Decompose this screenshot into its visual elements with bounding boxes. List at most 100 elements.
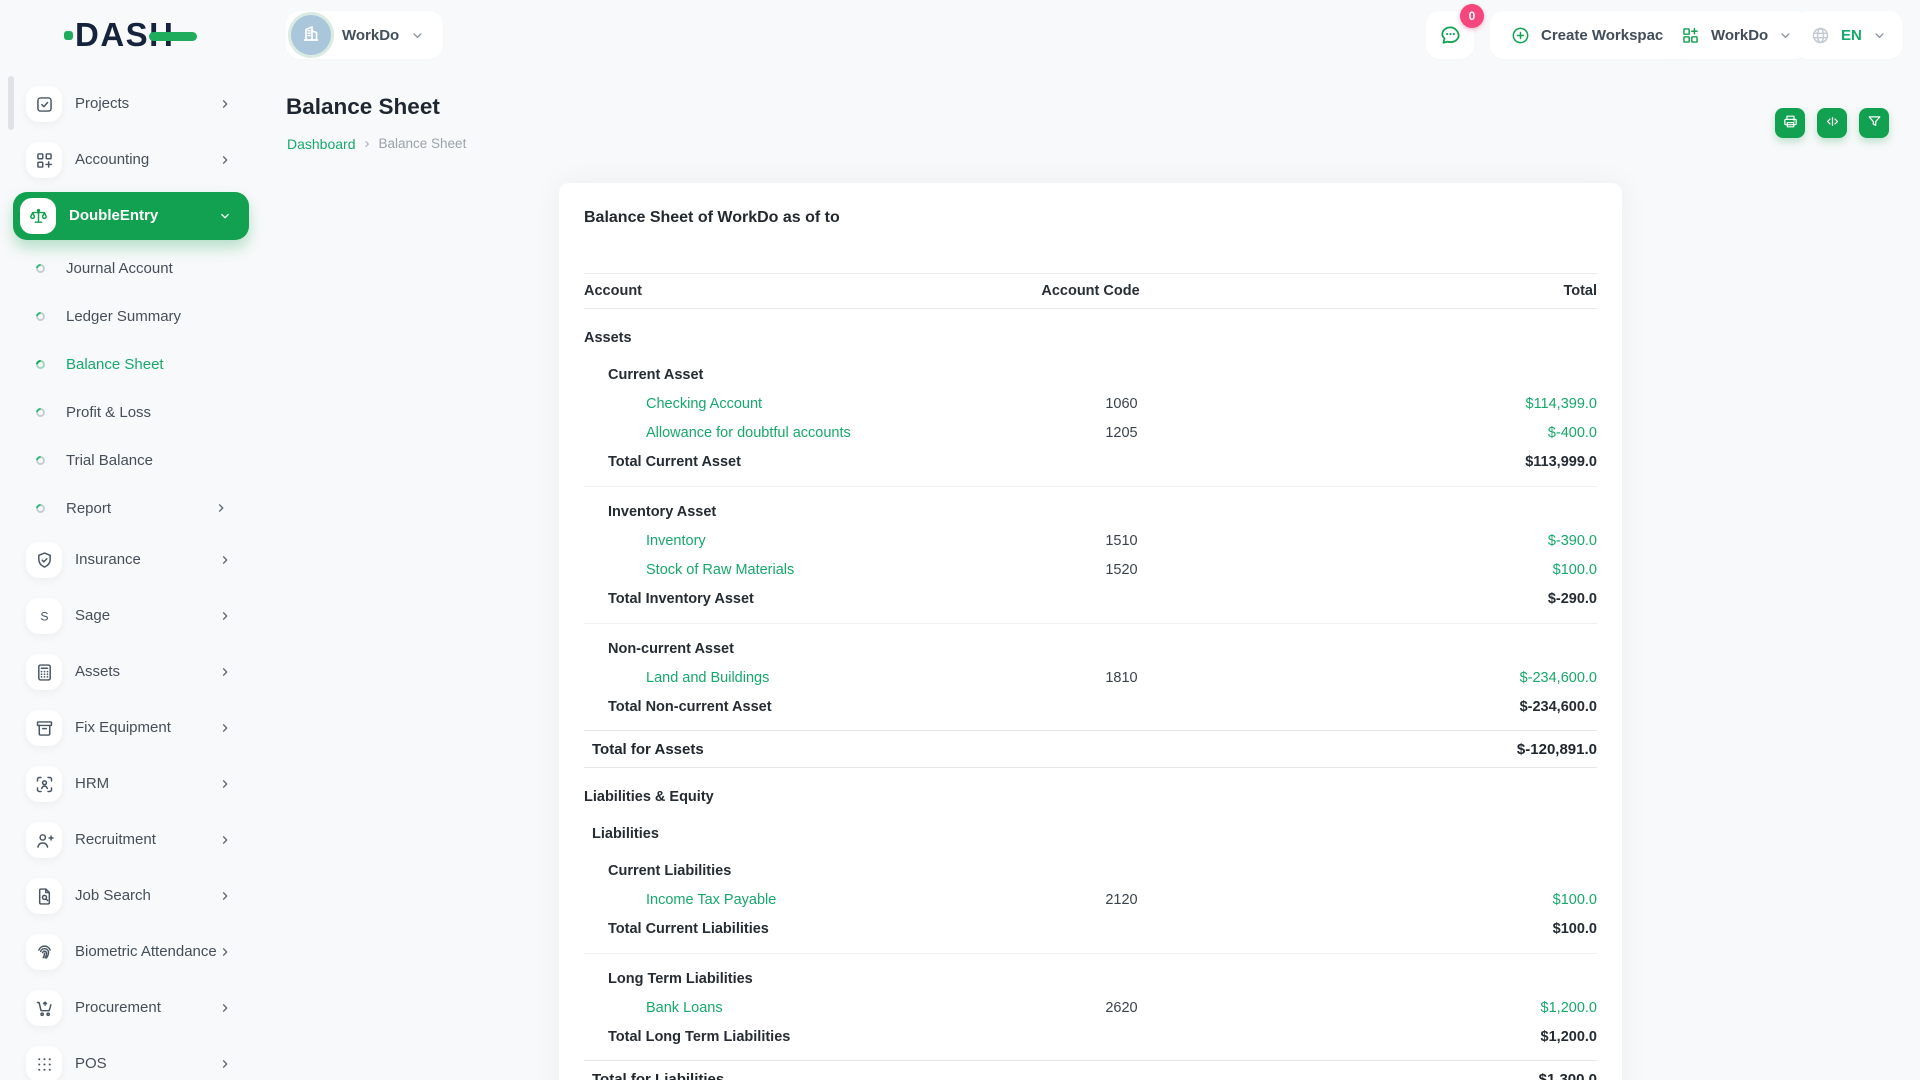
page-title: Balance Sheet	[286, 94, 440, 120]
sidebar-item-double-entry[interactable]: DoubleEntry	[13, 192, 249, 240]
sidebar-item-profit-loss[interactable]: Profit & Loss	[0, 388, 258, 436]
chevrons-horizontal-icon	[1824, 113, 1841, 133]
checkbox-icon	[26, 86, 62, 122]
document-search-icon	[26, 878, 62, 914]
bullet-icon	[34, 262, 47, 275]
language-button[interactable]: EN	[1794, 11, 1903, 59]
account-cell: Total Current Liabilities	[584, 921, 953, 937]
bullet-icon	[34, 454, 47, 467]
sidebar-item-label: Procurement	[75, 999, 218, 1018]
sidebar-item-procurement[interactable]: Procurement	[0, 980, 258, 1036]
sidebar-item-fix-equipment[interactable]: Fix Equipment	[0, 700, 258, 756]
account-link[interactable]: Land and Buildings	[646, 670, 769, 686]
sidebar-item-label: Fix Equipment	[75, 719, 218, 738]
account-link[interactable]: Allowance for doubtful accounts	[646, 425, 851, 441]
table-row: Inventory Asset	[584, 497, 1597, 526]
account-link[interactable]: Checking Account	[646, 396, 762, 412]
workspace-grid-icon	[1680, 25, 1701, 46]
account-code-cell: 2620	[972, 1000, 1272, 1016]
table-row: Allowance for doubtful accounts1205$-400…	[584, 418, 1597, 447]
sidebar-item-label: DoubleEntry	[69, 207, 218, 226]
sidebar-item-label: Profit & Loss	[66, 404, 228, 421]
sidebar-item-assets[interactable]: Assets	[0, 644, 258, 700]
user-focus-icon	[26, 766, 62, 802]
account-cell: Allowance for doubtful accounts	[584, 425, 972, 441]
table-row: Total Non-current Asset$-234,600.0	[584, 692, 1597, 721]
table-row: Bank Loans 2620$1,200.0	[584, 993, 1597, 1022]
horizontal-scroll-button[interactable]	[1817, 108, 1847, 138]
total-cell: $100.0	[1253, 921, 1598, 937]
table-row: Total Current Liabilities $100.0	[584, 914, 1597, 943]
messages-button[interactable]: 0	[1426, 11, 1474, 59]
account-code-cell: 1060	[972, 396, 1272, 412]
sidebar-item-balance-sheet[interactable]: Balance Sheet	[0, 340, 258, 388]
sidebar-item-report[interactable]: Report	[0, 484, 258, 532]
account-code-cell: 1510	[972, 533, 1272, 549]
account-cell: Inventory	[584, 533, 972, 549]
create-workspace-button[interactable]: Create Workspace	[1490, 11, 1692, 59]
sidebar-item-insurance[interactable]: Insurance	[0, 532, 258, 588]
fingerprint-icon	[26, 934, 62, 970]
bullet-icon	[34, 502, 47, 515]
logo-dot-icon	[64, 31, 73, 40]
globe-icon	[1810, 25, 1831, 46]
sidebar-item-label: Sage	[75, 607, 218, 626]
sidebar-item-journal-account[interactable]: Journal Account	[0, 244, 258, 292]
sidebar-item-biometric-attendance[interactable]: Biometric Attendance	[0, 924, 258, 980]
print-button[interactable]	[1775, 108, 1805, 138]
account-link[interactable]: Stock of Raw Materials	[646, 562, 794, 578]
table-row: Non-current Asset	[584, 634, 1597, 663]
account-link[interactable]: Bank Loans	[646, 1000, 723, 1016]
sidebar-item-label: Insurance	[75, 551, 218, 570]
filter-icon	[1866, 113, 1883, 133]
bullet-icon	[34, 406, 47, 419]
scales-icon	[20, 198, 56, 234]
account-code-cell: 1520	[972, 562, 1272, 578]
app-logo: DASH	[64, 18, 197, 51]
workspace-menu-button[interactable]: WorkDo	[1664, 11, 1809, 59]
account-cell: Total Current Asset	[584, 454, 953, 470]
sidebar-item-projects[interactable]: Projects	[0, 76, 258, 132]
section-divider	[584, 486, 1597, 487]
total-cell: $-234,600.0	[1253, 699, 1598, 715]
account-cell: Assets	[584, 330, 941, 346]
sidebar-item-ledger-summary[interactable]: Ledger Summary	[0, 292, 258, 340]
chevron-right-icon	[218, 153, 232, 167]
sidebar-item-pos[interactable]: POS	[0, 1036, 258, 1080]
dots-grid-icon	[26, 1046, 62, 1080]
account-cell: Current Liabilities	[584, 863, 953, 879]
chevron-right-icon	[218, 1057, 232, 1071]
sidebar-item-label: Trial Balance	[66, 452, 228, 469]
total-cell: $-120,891.0	[1245, 741, 1598, 758]
sidebar-item-trial-balance[interactable]: Trial Balance	[0, 436, 258, 484]
bullet-icon	[34, 310, 47, 323]
total-cell: $1,300.0	[1245, 1071, 1598, 1080]
sidebar-item-job-search[interactable]: Job Search	[0, 868, 258, 924]
printer-icon	[1782, 113, 1799, 133]
account-cell: Land and Buildings	[584, 670, 972, 686]
chevron-down-icon	[1778, 28, 1793, 43]
workspace-switcher[interactable]: WorkDo	[286, 11, 443, 59]
account-cell: Total for Liabilities	[584, 1071, 945, 1080]
shield-check-icon	[26, 542, 62, 578]
account-link[interactable]: Income Tax Payable	[646, 892, 776, 908]
sidebar-item-label: Balance Sheet	[66, 356, 228, 373]
account-cell: Non-current Asset	[584, 641, 953, 657]
sidebar-item-label: Projects	[75, 95, 218, 114]
workspace-name: WorkDo	[342, 27, 399, 44]
account-link[interactable]: Inventory	[646, 533, 706, 549]
report-rows: AssetsCurrent AssetChecking Account1060$…	[584, 323, 1597, 1080]
total-cell: $1,200.0	[1272, 1000, 1598, 1016]
sidebar-item-label: HRM	[75, 775, 218, 794]
account-code-cell: 1810	[972, 670, 1272, 686]
account-cell: Liabilities	[584, 826, 945, 842]
sidebar-item-recruitment[interactable]: Recruitment	[0, 812, 258, 868]
sidebar-item-sage[interactable]: SSage	[0, 588, 258, 644]
chevron-right-icon	[218, 97, 232, 111]
filter-button[interactable]	[1859, 108, 1889, 138]
breadcrumb-dashboard-link[interactable]: Dashboard	[287, 136, 356, 152]
total-cell: $100.0	[1272, 892, 1598, 908]
create-workspace-label: Create Workspace	[1541, 27, 1672, 44]
sidebar-item-accounting[interactable]: Accounting	[0, 132, 258, 188]
sidebar-item-hrm[interactable]: HRM	[0, 756, 258, 812]
